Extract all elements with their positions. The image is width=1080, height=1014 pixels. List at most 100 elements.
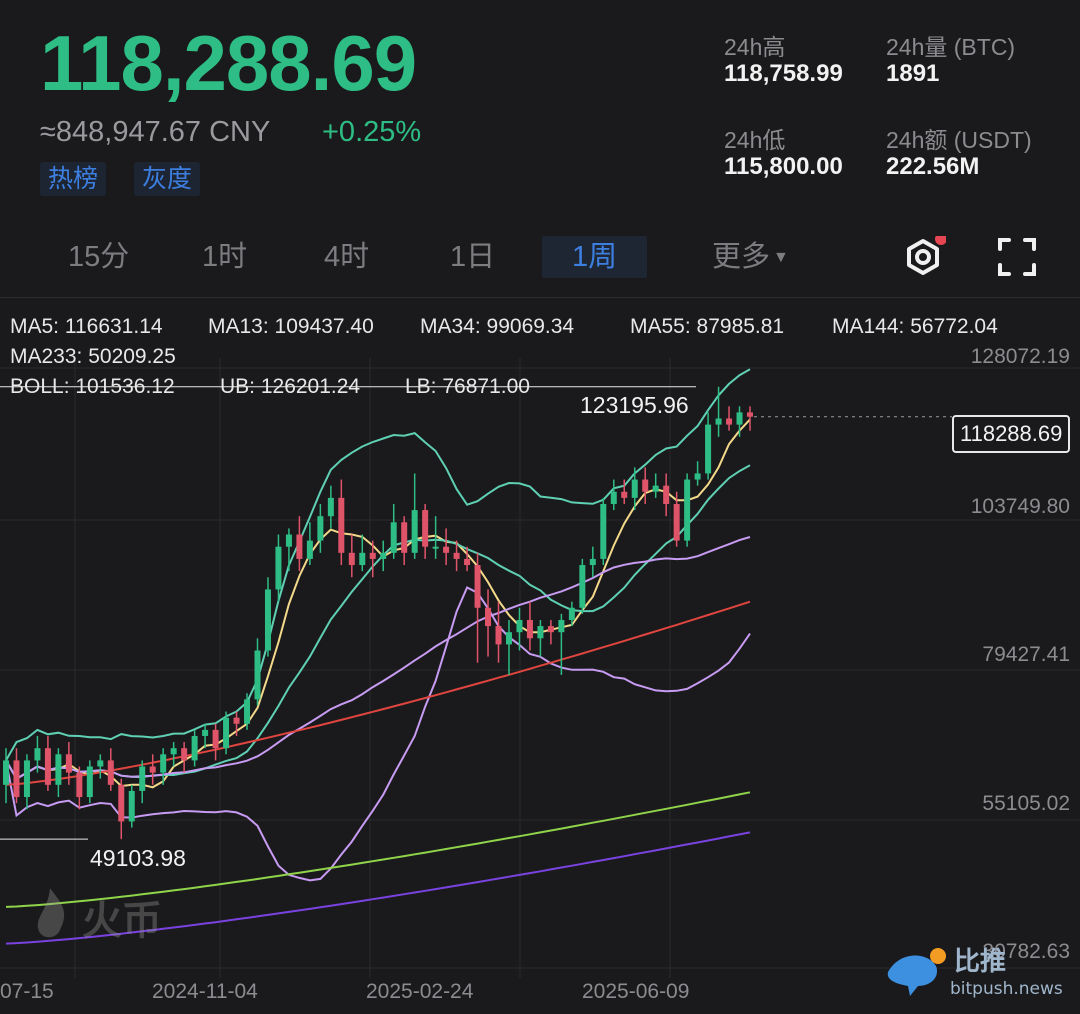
svg-text:火币: 火币: [82, 898, 162, 944]
candle-body: [726, 418, 733, 425]
candle-body: [747, 412, 753, 417]
tab-more-label: 更多: [712, 241, 771, 273]
candle-body: [401, 522, 408, 553]
legend-ma233: MA233: 50209.25: [10, 345, 176, 368]
stat-high-value: 118,758.99: [724, 60, 843, 87]
current-price-tag: 118288.69: [952, 415, 1071, 453]
candle-body: [107, 760, 114, 785]
stat-volume-value: 1891: [886, 60, 940, 87]
candle-body: [118, 784, 125, 822]
low-label: 49103.98: [90, 845, 186, 871]
candle-body: [579, 565, 586, 608]
settings-icon[interactable]: [900, 233, 947, 278]
candle-body: [464, 558, 471, 566]
candle-body: [65, 754, 72, 773]
candle-body: [359, 552, 366, 566]
candle-body: [139, 766, 146, 791]
candle-body: [3, 760, 9, 785]
stat-high-label: 24h高: [724, 34, 786, 60]
tab-4h[interactable]: 4时: [324, 236, 369, 278]
y-tick: 128072.19: [970, 345, 1070, 368]
ma13-line: [5, 464, 751, 781]
tab-1d[interactable]: 1日: [450, 236, 495, 278]
candle-body: [589, 558, 596, 566]
candle-body: [170, 748, 177, 755]
candle-body: [212, 729, 219, 749]
tab-1h[interactable]: 1时: [202, 236, 247, 278]
ma34-line: [5, 536, 751, 781]
candle-body: [568, 607, 575, 620]
candle-body: [348, 552, 355, 566]
boll-lower-line: [5, 586, 751, 882]
legend-ma34: MA34: 99069.34: [420, 315, 575, 338]
legend-boll: BOLL: 101536.12: [10, 375, 175, 398]
candle-body: [296, 534, 303, 559]
last-price: 118,288.69: [40, 19, 417, 107]
candle-body: [285, 534, 292, 547]
candle-body: [663, 485, 670, 504]
candle-body: [705, 424, 712, 474]
candle-body: [254, 650, 261, 700]
candle-body: [652, 485, 659, 492]
candle-body: [495, 626, 502, 645]
candle-body: [516, 619, 523, 633]
huobi-watermark: 火币: [30, 880, 170, 955]
candle-body: [369, 552, 376, 559]
x-tick: 07-15: [0, 980, 54, 1003]
candle-body: [411, 510, 418, 553]
candle-body: [128, 790, 135, 822]
cny-price: ≈848,947.67 CNY: [40, 116, 271, 148]
tag-hot[interactable]: 热榜: [40, 162, 107, 196]
candle-body: [317, 516, 324, 541]
candle-body: [306, 540, 313, 559]
candle-body: [547, 626, 554, 633]
ma5-line: [5, 418, 751, 789]
candle-body: [537, 626, 544, 639]
stat-low-value: 115,800.00: [724, 153, 843, 180]
candle-body: [202, 729, 209, 736]
candle-body: [55, 754, 62, 785]
svg-text:比推: 比推: [954, 947, 1006, 977]
candle-body: [621, 491, 628, 498]
candle-body: [264, 589, 271, 651]
candle-body: [474, 565, 481, 608]
legend-ma55: MA55: 87985.81: [630, 315, 785, 338]
candle-body: [694, 473, 701, 480]
tag-grayscale[interactable]: 灰度: [134, 162, 201, 196]
boll-upper-line: [5, 368, 751, 761]
candle-body: [76, 772, 83, 798]
candle-body: [275, 546, 282, 590]
candle-body: [380, 552, 387, 559]
stat-turnover-value: 222.56M: [886, 153, 980, 180]
tab-more[interactable]: 更多 ▼: [712, 236, 789, 278]
y-tick: 79427.41: [982, 643, 1070, 666]
candle-body: [181, 748, 188, 761]
x-tick: 2025-06-09: [582, 980, 690, 1003]
legend-ma5: MA5: 116631.14: [10, 315, 163, 338]
x-tick: 2025-02-24: [366, 980, 474, 1003]
candle-body: [244, 699, 251, 724]
fullscreen-icon[interactable]: [996, 236, 1038, 278]
candle-body: [390, 522, 397, 553]
svg-text:bitpush.news: bitpush.news: [950, 979, 1063, 999]
candle-body: [149, 766, 156, 773]
legend-ma144: MA144: 56772.04: [832, 315, 998, 338]
candle-body: [684, 479, 691, 541]
candle-body: [191, 735, 198, 761]
candle-body: [432, 546, 439, 549]
tab-1w[interactable]: 1周: [542, 236, 648, 278]
candle-body: [558, 619, 565, 633]
tab-15m[interactable]: 15分: [68, 236, 129, 278]
candle-body: [485, 607, 492, 627]
candle-body: [86, 766, 93, 798]
candle-body: [443, 546, 450, 553]
candle-body: [715, 418, 722, 425]
legend-lb: LB: 76871.00: [405, 375, 530, 398]
stat-turnover-label: 24h额 (USDT): [886, 127, 1032, 153]
candle-body: [34, 748, 41, 761]
candle-body: [233, 717, 240, 724]
candle-body: [13, 760, 20, 798]
candle-body: [44, 748, 51, 785]
legend-ma13: MA13: 109437.40: [208, 315, 374, 338]
candle-body: [97, 760, 104, 767]
